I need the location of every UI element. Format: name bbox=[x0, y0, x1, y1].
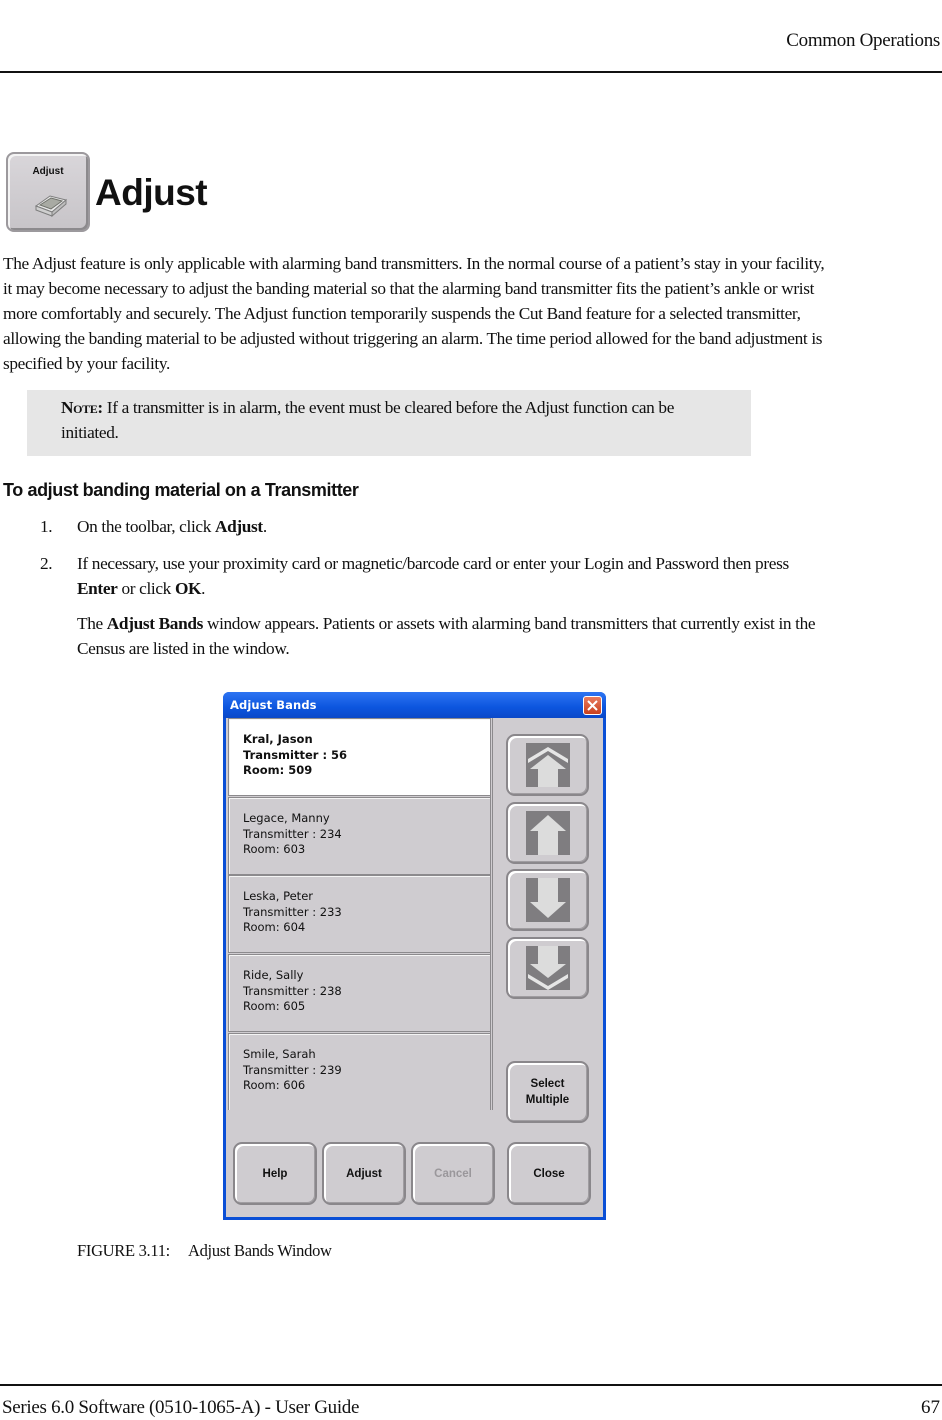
scroll-down-icon bbox=[525, 878, 570, 922]
adjust-button[interactable]: Adjust bbox=[322, 1142, 406, 1205]
list-item[interactable]: Legace, Manny Transmitter : 234 Room: 60… bbox=[228, 797, 490, 875]
transmitter-id: Transmitter : 239 bbox=[243, 1062, 342, 1077]
page-up-icon bbox=[525, 743, 570, 787]
scroll-up-icon bbox=[525, 811, 570, 855]
list-item[interactable]: Leska, Peter Transmitter : 233 Room: 604 bbox=[228, 875, 490, 953]
page-down-button[interactable] bbox=[506, 937, 589, 999]
intro-paragraph: The Adjust feature is only applicable wi… bbox=[3, 254, 825, 373]
list-item[interactable]: Smile, Sarah Transmitter : 239 Room: 606 bbox=[228, 1033, 490, 1110]
room-number: Room: 605 bbox=[243, 999, 306, 1013]
list-item[interactable]: Kral, Jason Transmitter : 56 Room: 509 bbox=[228, 718, 490, 796]
figure-number: FIGURE 3.11: bbox=[77, 1241, 170, 1260]
patient-name: Ride, Sally bbox=[243, 968, 304, 982]
transmitter-id: Transmitter : 234 bbox=[243, 826, 342, 841]
step-bold-enter: Enter bbox=[77, 579, 118, 598]
note-text: If a transmitter is in alarm, the event … bbox=[61, 398, 675, 442]
page-down-icon bbox=[525, 946, 570, 990]
procedure-title: To adjust banding material on a Transmit… bbox=[3, 480, 359, 500]
room-number: Room: 606 bbox=[243, 1078, 306, 1092]
window-title: Adjust Bands bbox=[230, 698, 317, 712]
step-bold-ok: OK bbox=[174, 579, 202, 598]
step-number: 2. bbox=[40, 554, 53, 573]
room-number: Room: 603 bbox=[243, 842, 306, 856]
header-rule bbox=[0, 71, 942, 73]
select-multiple-button[interactable]: Select Multiple bbox=[506, 1061, 589, 1123]
room-number: Room: 509 bbox=[243, 763, 313, 777]
transmitter-id: Transmitter : 56 bbox=[243, 747, 348, 762]
room-number: Room: 604 bbox=[243, 920, 306, 934]
note-box: Note: If a transmitter is in alarm, the … bbox=[27, 390, 751, 456]
adjust-band-icon bbox=[34, 195, 68, 218]
footer-document-title: Series 6.0 Software (0510-1065-A) - User… bbox=[2, 1397, 360, 1418]
adjust-bands-window: Adjust Bands Kral, Jason Transmitter : 5… bbox=[223, 692, 606, 1220]
list-item[interactable]: Ride, Sally Transmitter : 238 Room: 605 bbox=[228, 954, 490, 1032]
figure-caption: FIGURE 3.11: Adjust Bands Window bbox=[77, 1241, 332, 1261]
page-number: 67 bbox=[921, 1397, 940, 1418]
patient-name: Leska, Peter bbox=[243, 889, 313, 903]
help-button[interactable]: Help bbox=[233, 1142, 317, 1205]
close-button[interactable]: Close bbox=[507, 1142, 591, 1205]
step-text-mid: or click bbox=[117, 579, 175, 598]
scroll-down-button[interactable] bbox=[506, 869, 589, 931]
result-pre: The bbox=[77, 614, 107, 633]
step-text-pre: On the toolbar, click bbox=[77, 517, 215, 536]
patient-name: Kral, Jason bbox=[243, 732, 313, 746]
result-text: The Adjust Bands window appears. Patient… bbox=[77, 611, 827, 661]
running-head: Common Operations bbox=[786, 30, 940, 51]
result-bold: Adjust Bands bbox=[106, 614, 204, 633]
window-titlebar[interactable]: Adjust Bands bbox=[223, 692, 606, 718]
footer-rule bbox=[0, 1384, 942, 1386]
adjust-icon-label: Adjust bbox=[32, 166, 64, 177]
window-close-button[interactable] bbox=[583, 696, 602, 715]
figure-title: Adjust Bands Window bbox=[187, 1241, 332, 1260]
step-text-post: . bbox=[201, 579, 206, 598]
section-title: Adjust bbox=[95, 172, 208, 213]
cancel-button: Cancel bbox=[411, 1142, 495, 1205]
step-text-pre: If necessary, use your proximity card or… bbox=[77, 554, 789, 573]
close-icon bbox=[587, 700, 598, 711]
step-text: On the toolbar, click Adjust. bbox=[77, 514, 827, 539]
patient-name: Smile, Sarah bbox=[243, 1047, 316, 1061]
step-text: If necessary, use your proximity card or… bbox=[77, 551, 827, 601]
step-number: 1. bbox=[40, 517, 53, 536]
patient-name: Legace, Manny bbox=[243, 811, 330, 825]
adjust-toolbar-icon: Adjust bbox=[6, 152, 90, 232]
step-text-post: . bbox=[262, 517, 267, 536]
window-client: Kral, Jason Transmitter : 56 Room: 509 L… bbox=[226, 718, 603, 1217]
scroll-up-button[interactable] bbox=[506, 802, 589, 864]
transmitter-list: Kral, Jason Transmitter : 56 Room: 509 L… bbox=[228, 718, 493, 1110]
transmitter-id: Transmitter : 238 bbox=[243, 983, 342, 998]
page-up-button[interactable] bbox=[506, 734, 589, 796]
note-label: Note: bbox=[61, 398, 103, 417]
transmitter-id: Transmitter : 233 bbox=[243, 904, 342, 919]
step-bold-adjust: Adjust bbox=[214, 517, 263, 536]
